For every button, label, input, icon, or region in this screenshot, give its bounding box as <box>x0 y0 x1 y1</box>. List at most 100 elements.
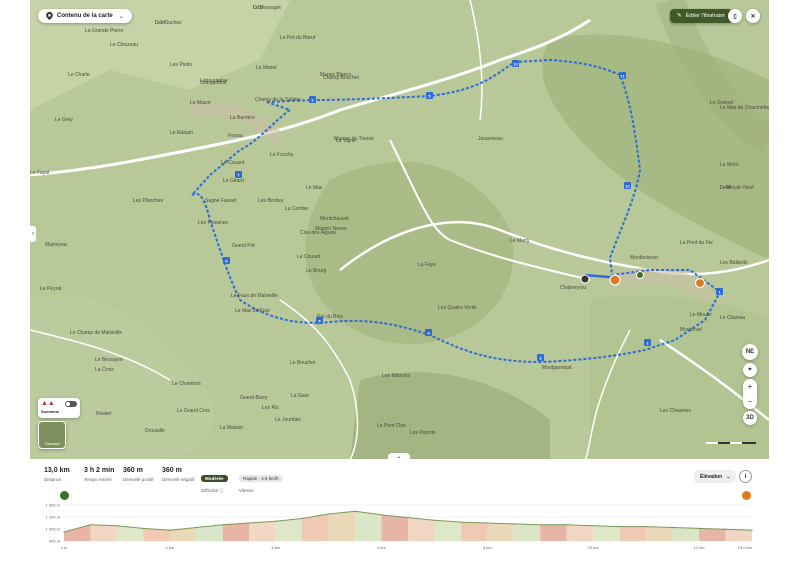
elevation-point <box>513 523 515 525</box>
edit-route-button[interactable]: ✎ Éditer l'itinéraire <box>670 9 732 23</box>
place-label: Le Pont du Fer <box>680 240 714 246</box>
speed-label: Vitesse <box>239 488 254 493</box>
elevation-point <box>354 510 356 512</box>
elevation-segment <box>90 524 117 541</box>
elevation-segment <box>249 521 276 541</box>
duration-value: 3 h 2 min <box>84 467 115 474</box>
elevation-segment <box>222 523 250 541</box>
place-label: Le Bessayre <box>95 357 123 363</box>
elevation-point <box>116 525 118 527</box>
elevation-point <box>275 520 277 522</box>
place-label: Montrevel <box>680 327 702 333</box>
panel-collapse-button[interactable]: ⌄ <box>388 453 410 461</box>
place-label: Le Mas du Four <box>235 308 271 314</box>
place-label: Malveyrac <box>45 242 68 248</box>
place-label: Le Marty <box>510 238 530 244</box>
elevation-segment <box>566 524 594 541</box>
elevation-segment <box>619 526 647 541</box>
place-label: Le Couard <box>221 160 245 166</box>
start-marker[interactable] <box>609 274 621 286</box>
stat-ascent: 360 m Dénivelé positif <box>123 467 154 482</box>
view-3d-label: 3D <box>746 415 754 421</box>
compass-button[interactable]: NE <box>742 344 758 360</box>
stat-speed: Rapide · 4,5 km/h Vitesse <box>239 467 283 493</box>
phone-icon[interactable]: ▯ <box>728 9 742 23</box>
chevron-right-icon: › <box>32 231 34 237</box>
elevation-segment <box>513 523 541 541</box>
place-label: Champ de la Tuilière <box>255 97 301 103</box>
elevation-segment <box>64 524 91 541</box>
poi-marker[interactable] <box>694 277 706 289</box>
elevation-point <box>460 521 462 523</box>
summits-label: Sommets <box>41 409 60 414</box>
elevation-point <box>698 527 700 529</box>
chevron-down-icon: ⌄ <box>118 13 124 20</box>
elevation-point <box>89 524 92 526</box>
side-panel-toggle[interactable]: › <box>30 226 36 242</box>
place-label: Le Mazot <box>190 100 211 106</box>
elevation-point <box>486 522 488 524</box>
place-label: Le Pont Clos <box>377 423 406 429</box>
place-label: Le Couard <box>297 254 321 260</box>
place-label: D 14 <box>155 20 166 26</box>
summits-layer-card[interactable]: ▲▲ Sommets <box>38 398 80 418</box>
route-selector-label: Contenu de la carte <box>57 13 113 19</box>
place-label: Le Cluzeau <box>720 315 746 321</box>
place-label: Drouaille <box>145 428 165 434</box>
pencil-icon: ✎ <box>677 13 682 19</box>
elevation-point <box>645 526 647 528</box>
difficulty-label[interactable]: Difficulté ⓘ <box>201 488 228 494</box>
elevation-chart[interactable]: 1 300 m 1 200 m 1 000 m 900 m0 m 2 km 4 km 6 k… <box>30 499 769 553</box>
elevation-segment <box>646 526 673 541</box>
elevation-point <box>592 525 594 527</box>
basemap-switcher[interactable]: Classique <box>38 421 66 449</box>
profile-mode-label: Élévation <box>700 473 723 480</box>
ascent-value: 360 m <box>123 467 143 474</box>
elevation-segment <box>593 525 620 541</box>
place-label: La Combe <box>285 206 309 212</box>
place-label: Les Parrots <box>410 430 436 436</box>
x-tick-label: 13,0 km <box>738 545 753 550</box>
place-label: Les Ballards <box>720 260 748 266</box>
stat-distance: 13,0 km Distance <box>44 467 70 482</box>
place-label: Le Charle <box>68 72 90 78</box>
place-label: Marais Blancs <box>320 72 352 78</box>
profile-mode-select[interactable]: Élévation ⌄ <box>694 470 737 483</box>
waypoint-marker[interactable] <box>636 271 644 279</box>
place-label: La Faye <box>418 262 437 268</box>
place-label: Les Pieds <box>170 62 192 68</box>
elevation-point <box>142 527 144 529</box>
place-label: Les Bordes <box>258 198 284 204</box>
place-label: Rivalet <box>96 411 112 417</box>
close-icon[interactable]: ✕ <box>746 9 760 23</box>
locate-button[interactable]: ⌖ <box>743 363 757 377</box>
elevation-segment <box>540 524 567 541</box>
summits-toggle[interactable] <box>65 400 77 407</box>
elevation-segment <box>408 517 435 541</box>
info-button[interactable]: i <box>739 470 752 483</box>
place-label: Grangefond <box>200 80 227 86</box>
place-label: Les Pesaines <box>198 220 229 226</box>
chevron-down-icon: ⌄ <box>726 473 731 480</box>
parking-marker[interactable] <box>580 274 590 284</box>
distance-label: Distance <box>44 477 62 482</box>
elevation-point <box>328 513 330 515</box>
place-label: Les Quatre Vents <box>438 305 477 311</box>
route-selector[interactable]: Contenu de la carte ⌄ <box>38 9 132 23</box>
elevation-point <box>380 514 383 516</box>
elevation-point <box>751 529 753 531</box>
place-label: Grand Pré <box>232 243 256 249</box>
place-label: Le Bouchet <box>290 360 316 366</box>
zoom-out-button[interactable]: − <box>748 397 753 406</box>
speed-badge[interactable]: Rapide · 4,5 km/h <box>239 475 283 482</box>
view-3d-button[interactable]: 3D <box>743 411 757 425</box>
place-label: Le Champ de Malvieille <box>70 330 122 336</box>
place-label: D 44 <box>720 185 731 191</box>
x-tick-label: 6 km <box>377 545 386 550</box>
place-label: La Barrière <box>230 115 255 121</box>
difficulty-badge: Modérée <box>201 475 228 482</box>
place-label: Le Grey <box>55 117 73 123</box>
place-label: Le Chambon <box>172 381 201 387</box>
zoom-in-button[interactable]: + <box>748 382 753 391</box>
location-pin-icon <box>46 12 53 20</box>
